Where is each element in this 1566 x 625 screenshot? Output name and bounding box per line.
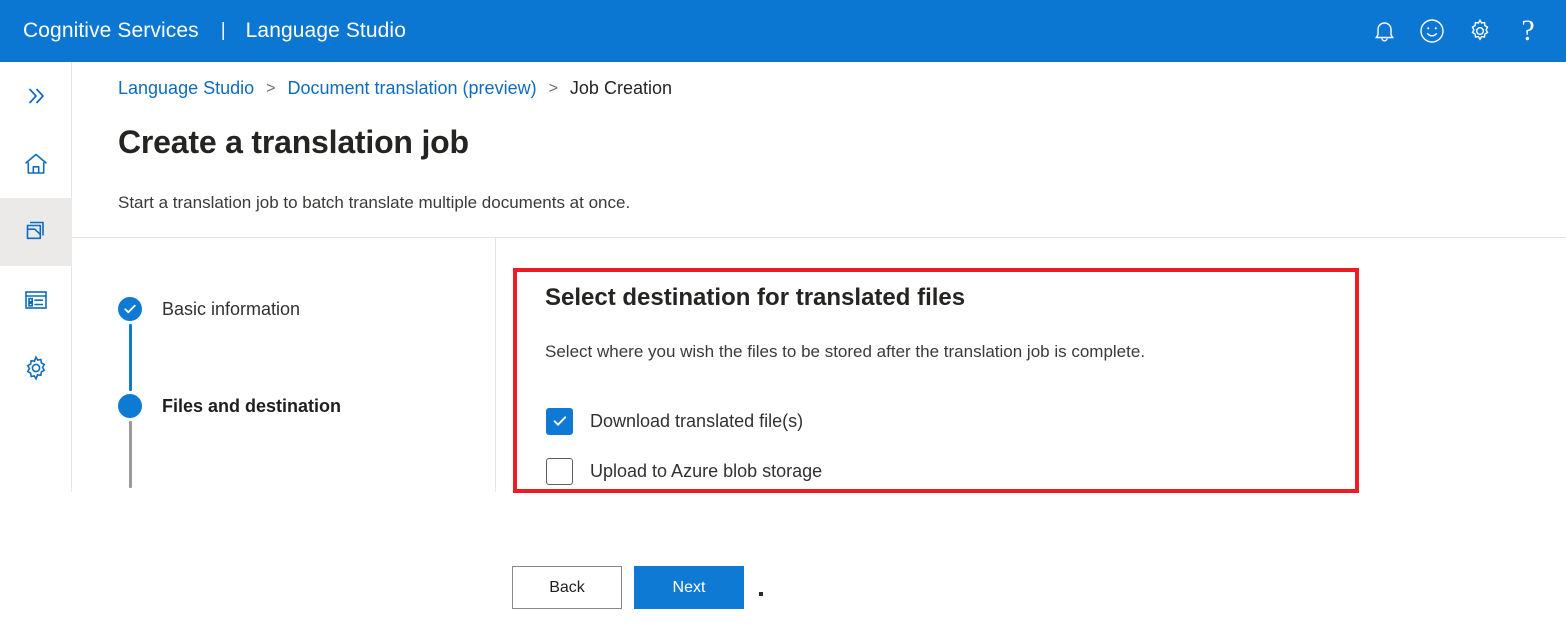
left-nav-rail (0, 62, 72, 492)
panel-description: Select where you wish the files to be st… (545, 342, 1145, 362)
help-question-icon[interactable]: ? (1504, 0, 1552, 62)
checkbox-unchecked-icon[interactable] (546, 458, 573, 485)
back-button[interactable]: Back (512, 566, 622, 609)
checkbox-checked-icon[interactable] (546, 408, 573, 435)
page-title: Create a translation job (118, 124, 469, 161)
home-icon (22, 150, 50, 178)
page-subtitle: Start a translation job to batch transla… (118, 193, 630, 213)
forms-list-icon (22, 286, 50, 314)
breadcrumb-item-document-translation[interactable]: Document translation (preview) (287, 78, 536, 99)
step-completed-check-icon (118, 297, 142, 321)
sidebar-item-home[interactable] (0, 130, 72, 198)
feedback-smiley-icon[interactable] (1408, 0, 1456, 62)
header-actions: ? (1360, 0, 1552, 62)
sidebar-item-settings[interactable] (0, 334, 72, 402)
help-question-glyph: ? (1521, 16, 1534, 46)
wizard-step-label: Basic information (162, 299, 300, 320)
sidebar-item-document-translation[interactable] (0, 198, 72, 266)
panel-title: Select destination for translated files (545, 284, 965, 312)
settings-gear-icon (22, 354, 50, 382)
step-current-dot-icon (118, 394, 142, 418)
checkbox-row-upload-to-azure-blob-storage[interactable]: Upload to Azure blob storage (546, 446, 822, 496)
destination-options-list: Download translated file(s) Upload to Az… (546, 396, 822, 496)
sidebar-item-jobs-list[interactable] (0, 266, 72, 334)
wizard-step-label: Files and destination (162, 396, 341, 417)
checkbox-row-download-translated-files[interactable]: Download translated file(s) (546, 396, 822, 446)
settings-gear-icon[interactable] (1456, 0, 1504, 62)
header-divider (72, 237, 1566, 238)
sidebar-item-expand[interactable] (0, 62, 72, 130)
checkbox-label: Upload to Azure blob storage (590, 461, 822, 482)
content-divider (495, 238, 496, 492)
app-name[interactable]: Language Studio (246, 19, 406, 43)
suite-name: Cognitive Services (23, 19, 199, 43)
header-separator: | (221, 20, 226, 42)
app-header: Cognitive Services | Language Studio (0, 0, 1566, 62)
breadcrumb-separator: > (549, 80, 558, 98)
trailing-dot-marker (759, 592, 763, 596)
destination-panel-highlight: Select destination for translated files … (513, 268, 1359, 493)
wizard-connector-completed (129, 324, 132, 391)
document-translation-icon (22, 218, 50, 246)
wizard-step-list: Basic information Files and destination (118, 294, 478, 488)
wizard-step-files-and-destination[interactable]: Files and destination (118, 391, 478, 421)
breadcrumb-item-language-studio[interactable]: Language Studio (118, 78, 254, 99)
breadcrumb-separator: > (266, 80, 275, 98)
breadcrumb-item-job-creation: Job Creation (570, 78, 672, 99)
notifications-icon[interactable] (1360, 0, 1408, 62)
expand-rail-icon (24, 84, 48, 108)
wizard-step-basic-information[interactable]: Basic information (118, 294, 478, 324)
next-button[interactable]: Next (634, 566, 744, 609)
breadcrumb: Language Studio > Document translation (… (118, 78, 672, 99)
checkbox-label: Download translated file(s) (590, 411, 803, 432)
wizard-connector-pending (129, 421, 132, 488)
wizard-footer: Back Next (512, 566, 763, 609)
